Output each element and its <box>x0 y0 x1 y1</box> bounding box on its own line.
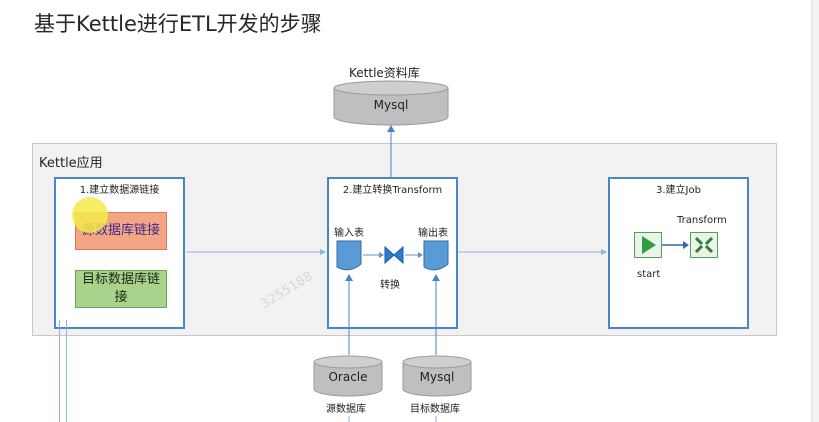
oracle-db-name: Oracle <box>328 370 368 384</box>
mysql-target-db-name: Mysql <box>419 370 455 384</box>
oracle-db-cylinder: Oracle <box>313 355 383 397</box>
guide-line <box>59 320 60 422</box>
guide-line <box>66 320 67 422</box>
oracle-caption: 源数据库 <box>326 404 366 415</box>
mysql-target-db-cylinder: Mysql <box>402 355 472 397</box>
mysql-target-caption: 目标数据库 <box>410 404 460 415</box>
scrollbar[interactable] <box>811 0 819 422</box>
